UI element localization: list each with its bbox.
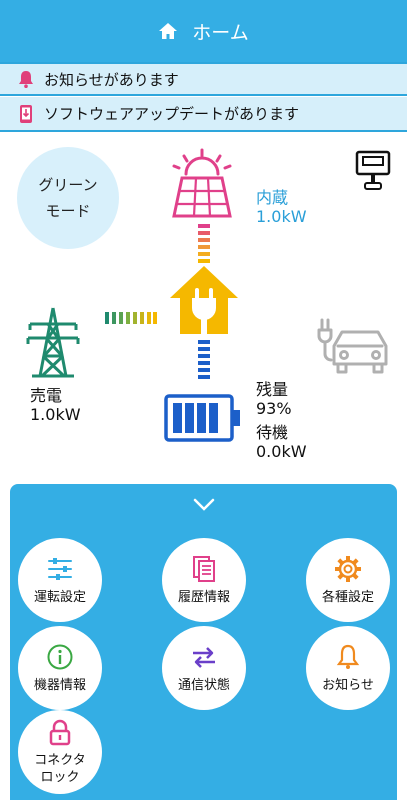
battery-remain-label: 残量 [256, 380, 289, 399]
sliders-icon [48, 557, 72, 580]
app-header: ホーム [0, 0, 407, 62]
grid-value: 1.0kW [30, 405, 81, 424]
transmission-tower-icon [26, 307, 80, 378]
notice-software-update[interactable]: ソフトウェアアップデートがあります [0, 97, 407, 132]
menu-panel: 運転設定 履歴情報 各種設定 機器情報 通信状態 お知らせ コネクタ ロック [10, 484, 397, 800]
button-label: 通信状態 [177, 677, 230, 693]
battery-status-value: 0.0kW [256, 442, 307, 461]
monitor-icon[interactable] [355, 150, 391, 194]
mode-label-line2: モード [45, 202, 91, 220]
arrows-icon [193, 646, 215, 668]
bell-icon [19, 71, 33, 88]
button-label: 機器情報 [33, 677, 86, 693]
battery-remain-value: 93% [256, 399, 292, 418]
button-label-line1: コネクタ [34, 753, 86, 768]
connector-lock-button[interactable]: コネクタ ロック [18, 710, 102, 794]
button-label: 各種設定 [321, 589, 374, 605]
operation-settings-button[interactable]: 運転設定 [18, 538, 102, 622]
button-label: 運転設定 [33, 589, 86, 605]
notifications-button[interactable]: お知らせ [306, 626, 390, 710]
battery-flow-indicator [198, 340, 210, 379]
device-info-button[interactable]: 機器情報 [18, 626, 102, 710]
button-label: 履歴情報 [177, 589, 230, 605]
phone-update-icon [20, 104, 32, 123]
solar-label: 内蔵 [256, 188, 289, 207]
battery-icon [164, 394, 240, 442]
documents-icon [193, 555, 215, 582]
settings-button[interactable]: 各種設定 [306, 538, 390, 622]
electric-car-icon[interactable] [316, 316, 392, 376]
green-mode-button[interactable]: グリーン モード [17, 147, 119, 249]
communication-status-button[interactable]: 通信状態 [162, 626, 246, 710]
button-label-line2: ロック [40, 770, 80, 785]
info-icon [47, 644, 73, 669]
button-label: お知らせ [322, 677, 374, 693]
gear-icon [335, 555, 361, 582]
battery-status-label: 待機 [256, 423, 289, 442]
mode-label-line1: グリーン [38, 176, 98, 194]
lock-icon [49, 719, 71, 746]
page-title: ホーム [192, 21, 249, 44]
solar-panel-icon [172, 148, 232, 218]
home-icon [159, 23, 178, 39]
history-button[interactable]: 履歴情報 [162, 538, 246, 622]
bell-icon [336, 644, 360, 669]
house-icon [170, 266, 238, 335]
grid-label: 売電 [30, 386, 63, 405]
grid-flow-indicator [105, 312, 157, 324]
notice-text: お知らせがあります [44, 70, 179, 89]
chevron-down-icon[interactable] [193, 498, 215, 512]
solar-flow-indicator [198, 224, 210, 263]
solar-value: 1.0kW [256, 207, 307, 226]
notice-text: ソフトウェアアップデートがあります [44, 105, 300, 123]
notice-announcement[interactable]: お知らせがあります [0, 62, 407, 96]
